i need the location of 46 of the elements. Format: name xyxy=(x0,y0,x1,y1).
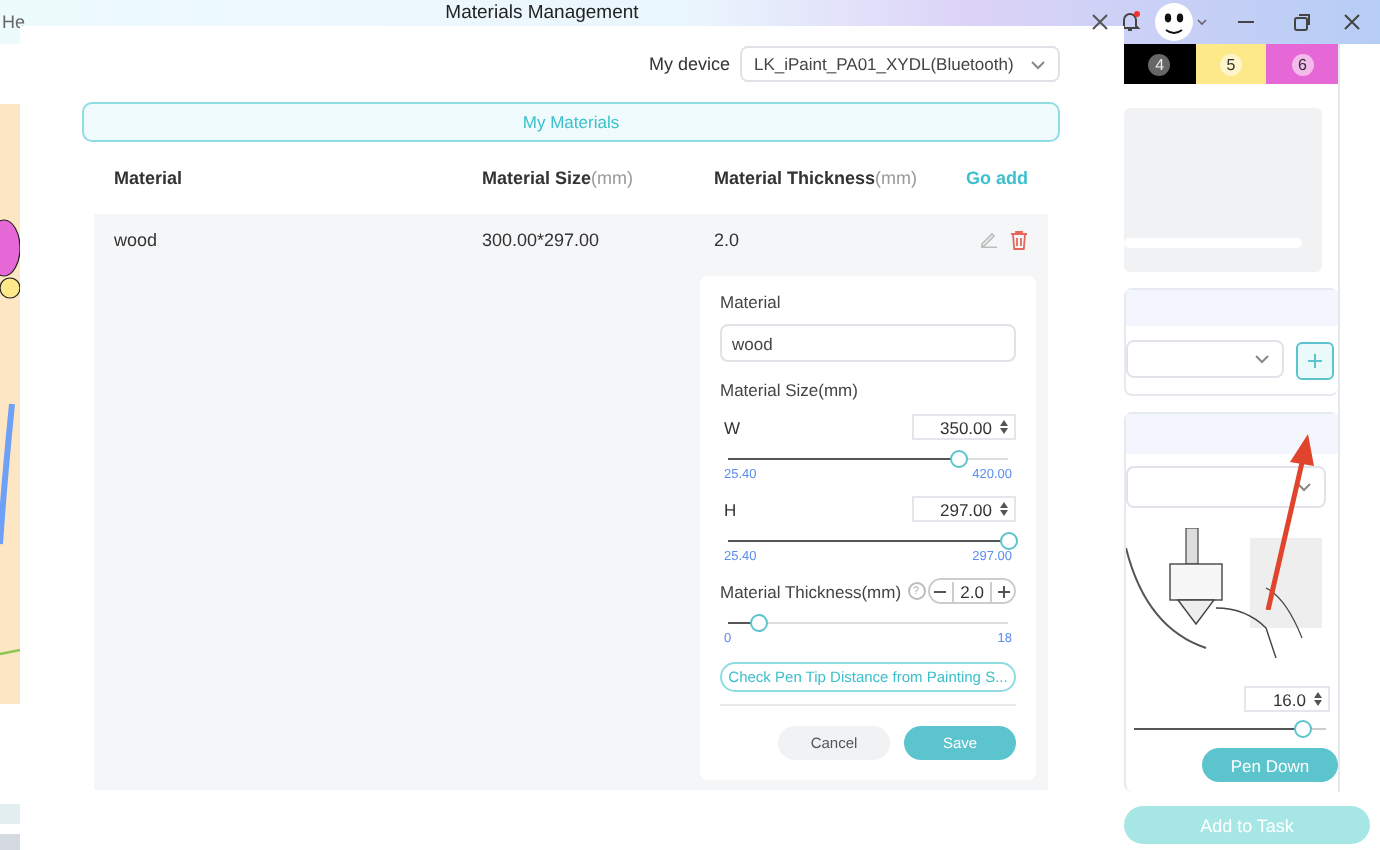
color-swatch[interactable]: 4 xyxy=(1124,44,1196,84)
field-label: Material Thickness(mm) xyxy=(720,581,902,601)
device-dropdown[interactable]: LK_iPaint_PA01_XYDL(Bluetooth) xyxy=(740,46,1060,82)
slider-thumb[interactable] xyxy=(750,614,769,632)
dimension-label: W xyxy=(724,417,741,437)
avatar-icon[interactable] xyxy=(1154,2,1210,42)
trash-icon[interactable] xyxy=(1010,229,1028,249)
close-icon[interactable] xyxy=(1342,12,1362,32)
color-swatch[interactable]: 6 xyxy=(1266,44,1339,84)
minus-icon[interactable] xyxy=(934,585,947,597)
plus-icon[interactable] xyxy=(998,585,1010,597)
spin-icon xyxy=(1314,692,1322,706)
number-field[interactable]: 350.00 xyxy=(912,414,1016,440)
number-field[interactable]: 16.0 xyxy=(1244,686,1330,712)
device-label: My device xyxy=(648,54,730,74)
column-header: Material Thickness(mm) xyxy=(714,168,920,188)
dropdown[interactable] xyxy=(1126,466,1326,508)
column-header: Material xyxy=(114,168,185,188)
chevron-icon xyxy=(1254,354,1270,364)
swatch-number: 6 xyxy=(1291,53,1314,75)
slider-thumb[interactable] xyxy=(949,450,968,468)
spin-icon xyxy=(1000,420,1008,434)
table-cell-text: wood xyxy=(114,229,160,249)
close-icon[interactable] xyxy=(1092,14,1108,30)
chevron-icon xyxy=(1030,59,1046,69)
table-cell-text: 2.0 xyxy=(714,229,742,249)
number-field[interactable]: 297.00 xyxy=(912,496,1016,522)
swatch-number: 4 xyxy=(1148,53,1171,75)
restore-icon[interactable] xyxy=(1292,12,1312,32)
chevron-icon xyxy=(1296,482,1312,492)
dimension-label: H xyxy=(724,499,737,519)
dialog-title: Materials Management xyxy=(445,2,639,24)
table-cell-text: 300.00*297.00 xyxy=(482,229,602,249)
slider-thumb[interactable] xyxy=(1294,720,1313,738)
stepper-value: 2.0 xyxy=(952,581,992,601)
input-field[interactable]: wood xyxy=(720,324,1016,362)
field-label: Material xyxy=(720,292,783,312)
table-row[interactable]: wood 300.00*297.00 2.0 xyxy=(94,214,1048,264)
slider-thumb[interactable] xyxy=(1000,532,1018,550)
field-label: Material Size(mm) xyxy=(720,380,860,400)
bell-icon[interactable] xyxy=(1118,10,1142,34)
plus-icon xyxy=(1308,353,1322,367)
swatch-number: 5 xyxy=(1220,53,1242,75)
color-swatch[interactable]: 5 xyxy=(1195,44,1267,84)
spin-icon xyxy=(1000,502,1008,516)
column-header: Material Size(mm) xyxy=(482,168,636,188)
